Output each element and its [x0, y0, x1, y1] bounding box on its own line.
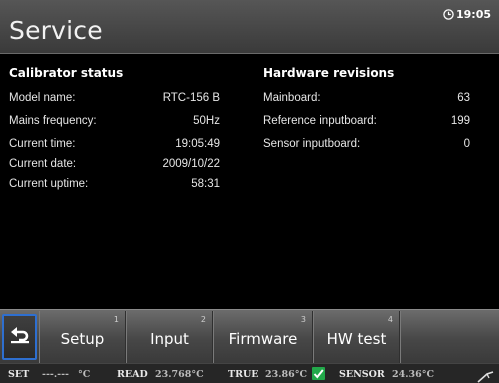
back-button[interactable]	[2, 314, 37, 360]
hw-row-sensor: Sensor inputboard: 0	[263, 138, 470, 154]
clock-icon	[443, 9, 454, 20]
softkey-number: 2	[200, 315, 206, 324]
softkey-number: 3	[300, 315, 306, 324]
header-bar: Service 19:05	[0, 0, 499, 54]
row-value: 63	[457, 92, 470, 104]
hardware-revisions-title: Hardware revisions	[263, 66, 395, 80]
page-title: Service	[9, 16, 103, 45]
true-value: 23.86°C	[265, 369, 308, 380]
status-row-uptime: Current uptime: 58:31	[9, 178, 220, 194]
softkey-label: HW test	[326, 330, 387, 348]
status-row-model: Model name: RTC-156 B	[9, 92, 220, 108]
firmware-button[interactable]: 3 Firmware	[213, 311, 313, 363]
softkey-label: Setup	[60, 330, 105, 348]
clock-time: 19:05	[455, 8, 491, 21]
sensor-label: SENSOR	[339, 369, 385, 380]
row-value: 0	[463, 138, 470, 150]
row-value: 199	[450, 115, 470, 127]
back-arrow-icon	[10, 326, 30, 348]
row-label: Mains frequency:	[9, 115, 97, 127]
read-value: 23.768°C	[155, 369, 204, 380]
row-label: Current uptime:	[9, 178, 89, 190]
row-value: 58:31	[191, 178, 220, 190]
true-label: TRUE	[228, 369, 259, 380]
status-bar: SET ---.--- °C READ 23.768°C TRUE 23.86°…	[0, 363, 499, 383]
read-label: READ	[117, 369, 148, 380]
row-label: Current time:	[9, 138, 76, 150]
status-row-time: Current time: 19:05:49	[9, 138, 220, 154]
row-label: Model name:	[9, 92, 76, 104]
empty-softkey[interactable]	[400, 311, 499, 363]
softkey-label: Firmware	[228, 330, 298, 348]
probe-icon	[477, 369, 495, 383]
status-row-date: Current date: 2009/10/22	[9, 158, 220, 174]
row-label: Current date:	[9, 158, 77, 170]
main-content: Calibrator status Model name: RTC-156 B …	[0, 54, 499, 309]
row-value: 2009/10/22	[162, 158, 220, 170]
check-icon	[312, 367, 325, 380]
row-value: 50Hz	[193, 115, 220, 127]
row-value: 19:05:49	[175, 138, 220, 150]
status-row-mains: Mains frequency: 50Hz	[9, 115, 220, 131]
row-label: Reference inputboard:	[263, 115, 377, 127]
setup-button[interactable]: 1 Setup	[39, 311, 126, 363]
row-value: RTC-156 B	[162, 92, 220, 104]
set-unit: °C	[78, 369, 91, 380]
hw-row-reference: Reference inputboard: 199	[263, 115, 470, 131]
sensor-value: 24.36°C	[392, 369, 435, 380]
softkey-toolbar: 1 Setup 2 Input 3 Firmware 4 HW test	[0, 309, 499, 363]
row-label: Mainboard:	[263, 92, 321, 104]
softkey-number: 4	[387, 315, 393, 324]
hw-test-button[interactable]: 4 HW test	[313, 311, 400, 363]
hw-row-mainboard: Mainboard: 63	[263, 92, 470, 108]
row-label: Sensor inputboard:	[263, 138, 361, 150]
input-button[interactable]: 2 Input	[126, 311, 213, 363]
softkey-label: Input	[150, 330, 189, 348]
set-value: ---.---	[42, 369, 69, 380]
softkey-number: 1	[113, 315, 119, 324]
set-label: SET	[8, 369, 30, 380]
clock: 19:05	[443, 8, 491, 21]
calibrator-status-title: Calibrator status	[9, 66, 124, 80]
